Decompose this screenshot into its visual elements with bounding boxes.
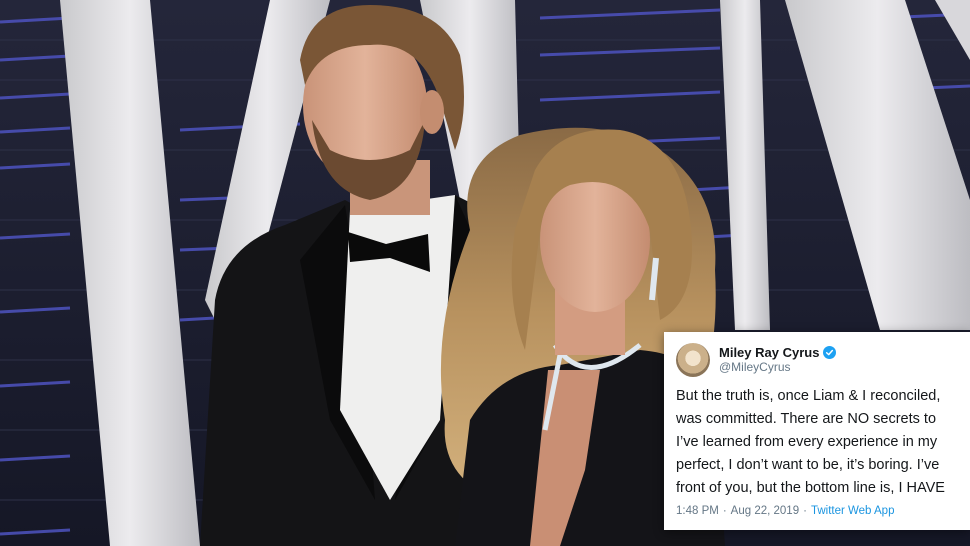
display-name[interactable]: Miley Ray Cyrus: [719, 345, 819, 360]
meta-separator: ·: [722, 505, 727, 517]
verified-badge-icon: [823, 346, 837, 359]
tweet-time[interactable]: 1:48 PM: [676, 505, 719, 517]
avatar[interactable]: [676, 343, 710, 377]
tweet-text: But the truth is, once Liam & I reconcil…: [676, 385, 970, 500]
tweet-card[interactable]: Miley Ray Cyrus @MileyCyrus But the trut…: [664, 332, 970, 530]
tweet-text-line: front of you, but the bottom line is, I …: [676, 480, 945, 496]
tweet-meta: 1:48 PM · Aug 22, 2019 · Twitter Web App: [676, 505, 894, 517]
woman-earring: [649, 257, 659, 301]
tweet-source-link[interactable]: Twitter Web App: [811, 505, 895, 517]
tweet-text-line: perfect, I don’t want to be, it’s boring…: [676, 457, 940, 473]
tweet-date[interactable]: Aug 22, 2019: [731, 505, 799, 517]
tweet-text-line: But the truth is, once Liam & I reconcil…: [676, 388, 941, 404]
tweet-text-line: I’ve learned from every experience in my: [676, 434, 938, 450]
man-ear: [420, 90, 444, 134]
meta-separator: ·: [803, 505, 807, 517]
user-handle[interactable]: @MileyCyrus: [719, 360, 836, 375]
tweet-header: Miley Ray Cyrus @MileyCyrus: [676, 340, 837, 380]
tweet-text-line: was committed. There are NO secrets to: [676, 411, 937, 427]
